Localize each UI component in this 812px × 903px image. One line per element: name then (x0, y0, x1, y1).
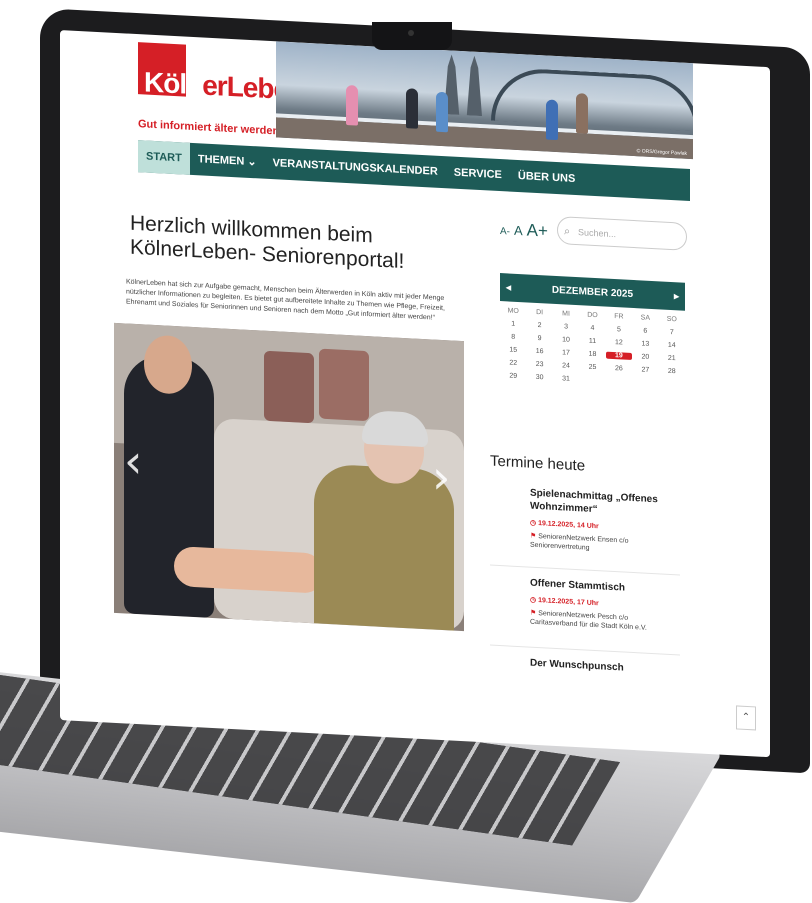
slider-prev-icon[interactable]: ‹ (124, 433, 142, 488)
event-organizer: ⚑ SeniorenNetzwerk Pesch c/o Caritasverb… (530, 609, 647, 632)
flag-icon: ⚑ (530, 532, 539, 541)
calendar-day[interactable]: 29 (500, 372, 526, 380)
calendar-day[interactable]: 23 (526, 360, 552, 368)
event-title[interactable]: Offener Stammtisch (530, 577, 670, 597)
calendar-day[interactable]: 4 (579, 324, 605, 332)
person-figure (346, 84, 358, 126)
person-figure (436, 91, 448, 133)
calendar-day[interactable]: 21 (659, 354, 685, 362)
calendar-day[interactable]: 12 (606, 339, 632, 347)
image-slider[interactable]: ‹ › (114, 322, 464, 632)
calendar-day[interactable]: 20 (632, 353, 658, 361)
calendar-day[interactable]: 7 (659, 328, 685, 336)
calendar-day[interactable]: 15 (500, 346, 526, 354)
weekday-label: DI (536, 308, 544, 317)
flag-icon: ⚑ (530, 609, 539, 618)
calendar-grid: MO DI MI DO FR SA SO 1 2 3 4 5 6 7 8 9 10 11 12 13 14 15 16 17 1… (500, 301, 685, 389)
calendar-day[interactable]: 1 (500, 320, 526, 328)
calendar-day[interactable]: 3 (553, 323, 579, 331)
search-placeholder: Suchen... (578, 227, 617, 240)
event-item[interactable]: Der Wunschpunsch (530, 657, 670, 677)
event-item[interactable]: Offener Stammtisch ◷ 19.12.2025, 17 Uhr … (530, 577, 670, 634)
calendar-next-icon[interactable]: ▸ (674, 291, 679, 302)
calendar-day[interactable]: 26 (606, 365, 632, 373)
weekday-label: MO (507, 307, 519, 316)
nav-item-service[interactable]: SERVICE (446, 156, 510, 191)
nav-item-start[interactable]: START (138, 140, 190, 175)
calendar-month: DEZEMBER 2025 (551, 284, 634, 300)
search-input[interactable]: ⌕ Suchen... (557, 216, 687, 251)
person-figure (406, 88, 418, 129)
termine-heading: Termine heute (490, 452, 586, 475)
divider (490, 564, 680, 576)
weekday-label: SO (666, 315, 677, 324)
pillow-shape (319, 348, 369, 422)
header-banner-image: © ORS/Gregor Pawlak (276, 41, 693, 160)
nav-item-ueber-uns[interactable]: ÜBER UNS (510, 160, 583, 196)
search-icon: ⌕ (564, 224, 571, 238)
calendar-day[interactable]: 19 (605, 351, 633, 360)
calendar-day[interactable]: 31 (553, 375, 579, 383)
event-title[interactable]: Spielenachmittag „Offenes Wohnzimmer“ (530, 487, 670, 520)
calendar-day[interactable]: 10 (553, 336, 579, 344)
event-title[interactable]: Der Wunschpunsch (530, 657, 670, 677)
calendar-widget: ◂ DEZEMBER 2025 ▸ MO DI MI DO FR SA SO 1 2 3 4 5 6 7 8… (500, 273, 685, 389)
calendar-day[interactable]: 25 (579, 363, 605, 371)
slogan: Gut informiert älter werden. (138, 118, 283, 138)
event-organizer: ⚑ SeniorenNetzwerk Ensen c/o Seniorenver… (530, 532, 629, 552)
calendar-prev-icon[interactable]: ◂ (506, 282, 511, 293)
calendar-day[interactable]: 18 (579, 350, 605, 358)
calendar-day[interactable]: 13 (632, 340, 658, 348)
intro-text: KölnerLeben hat sich zur Aufgabe gemacht… (126, 278, 445, 322)
calendar-day[interactable]: 5 (606, 326, 632, 334)
weekday-label: MI (562, 310, 570, 318)
clock-icon: ◷ (530, 519, 539, 528)
screen: KölnerLeben Das Stadtmagazin Gut informi… (60, 30, 770, 758)
calendar-day[interactable]: 8 (500, 333, 526, 341)
calendar-day[interactable]: 28 (659, 367, 685, 375)
clock-icon: ◷ (530, 596, 539, 605)
font-larger-button[interactable]: A+ (527, 220, 548, 240)
weekday-label: SA (640, 314, 651, 322)
event-date: ◷ 19.12.2025, 14 Uhr (530, 519, 599, 531)
calendar-day[interactable]: 11 (579, 337, 605, 345)
pillow-shape (264, 350, 314, 424)
person-figure (546, 99, 558, 141)
calendar-day[interactable]: 30 (526, 373, 552, 381)
calendar-day[interactable]: 6 (632, 327, 658, 335)
event-item[interactable]: Spielenachmittag „Offenes Wohnzimmer“ ◷ … (530, 487, 670, 557)
camera-notch (372, 22, 452, 50)
font-smaller-button[interactable]: A- (500, 226, 510, 238)
cathedral-shape (444, 54, 482, 116)
calendar-day[interactable]: 9 (526, 334, 552, 342)
calendar-day[interactable]: 17 (553, 349, 579, 357)
font-size-controls: A- A A+ (500, 219, 552, 242)
calendar-day[interactable]: 16 (526, 347, 552, 355)
scroll-to-top-button[interactable]: ⌃ (736, 705, 756, 731)
calendar-day[interactable]: 27 (632, 366, 658, 374)
divider (490, 644, 680, 656)
page-title: Herzlich willkommen beim KölnerLeben- Se… (130, 211, 405, 274)
weekday-label: FR (614, 313, 624, 321)
calendar-day[interactable]: 22 (500, 359, 526, 367)
calendar-day[interactable]: 24 (553, 362, 579, 370)
bridge-shape (491, 66, 693, 132)
person-figure (576, 93, 588, 134)
event-date: ◷ 19.12.2025, 17 Uhr (530, 596, 599, 608)
nav-item-veranstaltungskalender[interactable]: VERANSTALTUNGSKALENDER (265, 147, 446, 188)
font-normal-button[interactable]: A (514, 223, 523, 238)
leg-shape (174, 545, 324, 594)
calendar-day[interactable]: 14 (659, 341, 685, 349)
logo-subtitle: Das Stadtmagazin (144, 94, 185, 103)
weekday-label: DO (587, 311, 598, 320)
calendar-day[interactable]: 2 (526, 321, 552, 329)
slider-next-icon[interactable]: › (432, 449, 450, 504)
nav-item-themen[interactable]: THEMEN ⌄ (190, 143, 265, 179)
